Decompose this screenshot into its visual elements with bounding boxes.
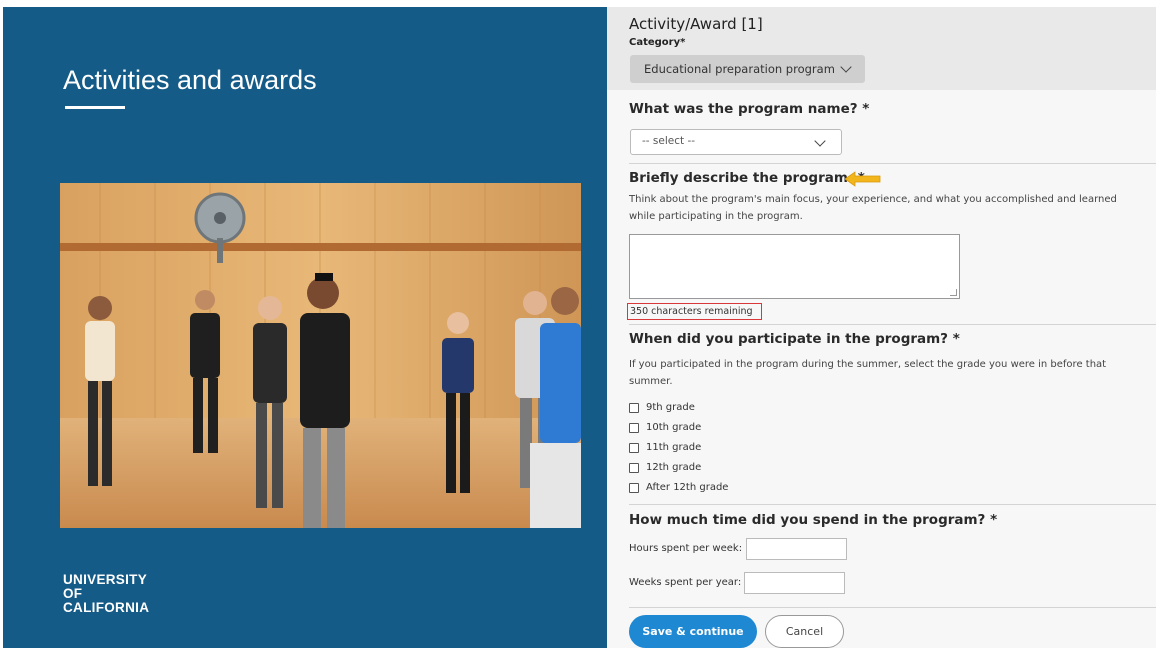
grade-label: After 12th grade [646,482,729,493]
arrow-left-icon [845,171,881,187]
describe-help-text: Think about the program's main focus, yo… [629,194,1117,222]
cancel-button[interactable]: Cancel [765,615,844,648]
program-name-select[interactable]: -- select -- [630,129,842,155]
grade-option-12th[interactable]: 12th grade [629,462,701,473]
program-name-select-value: -- select -- [642,135,696,147]
category-select[interactable]: Educational preparation program [630,55,865,83]
activity-title: Activity/Award [1] [629,15,763,33]
checkbox[interactable] [629,462,639,473]
participate-help-text: If you participated in the program durin… [629,359,1107,387]
university-of-california-logo: UNIVERSITY OF CALIFORNIA [63,572,150,615]
divider [629,324,1156,325]
program-name-question: What was the program name? * [629,101,870,117]
chevron-down-icon [814,135,826,147]
describe-question: Briefly describe the program. * [629,170,865,186]
divider [629,607,1156,608]
slide-title: Activities and awards [63,65,317,95]
hours-label: Hours spent per week: [629,543,743,554]
dance-class-photo [60,183,581,528]
grade-option-after-12th[interactable]: After 12th grade [629,482,728,493]
time-question: How much time did you spend in the progr… [629,512,998,528]
checkbox[interactable] [629,402,639,413]
chevron-down-icon [840,61,852,73]
activity-form: Activity/Award [1] Category* Educational… [607,7,1156,648]
divider [629,504,1156,505]
grade-option-11th[interactable]: 11th grade [629,442,701,453]
weeks-per-year-input[interactable] [744,572,845,594]
checkbox[interactable] [629,482,639,493]
grade-label: 10th grade [646,422,702,433]
resize-handle-icon[interactable] [950,289,957,296]
slide-panel: Activities and awards UNIVERSITY OF CALI… [3,7,607,648]
participate-question: When did you participate in the program?… [629,331,960,347]
description-textarea[interactable] [629,234,960,299]
divider [629,163,1156,164]
hours-per-week-input[interactable] [746,538,847,560]
save-continue-button[interactable]: Save & continue [629,615,757,648]
category-select-value: Educational preparation program [644,62,835,76]
grade-label: 11th grade [646,442,702,453]
checkbox[interactable] [629,442,639,453]
characters-remaining: 350 characters remaining [627,303,762,320]
grade-option-10th[interactable]: 10th grade [629,422,701,433]
form-header: Activity/Award [1] Category* Educational… [607,7,1156,90]
grade-label: 9th grade [646,402,695,413]
weeks-label: Weeks spent per year: [629,577,742,588]
checkbox[interactable] [629,422,639,433]
grade-option-9th[interactable]: 9th grade [629,402,695,413]
category-label: Category* [629,37,686,48]
grade-label: 12th grade [646,462,702,473]
title-underline [65,106,125,109]
